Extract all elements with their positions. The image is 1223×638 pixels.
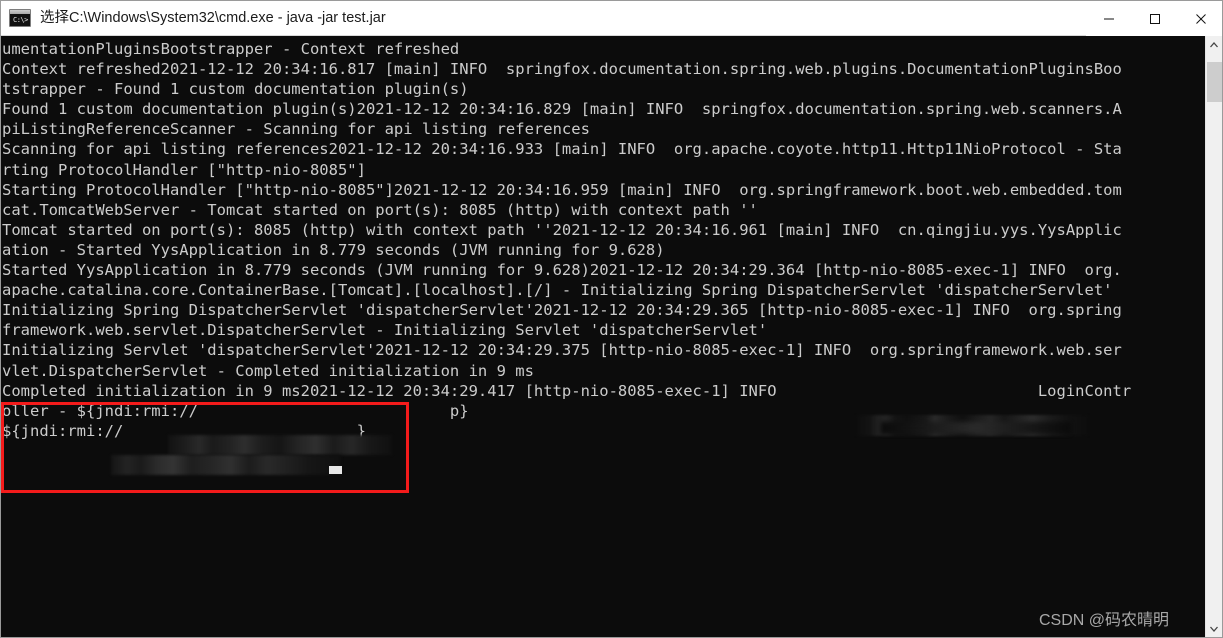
window-title: 选择C:\Windows\System32\cmd.exe - java -ja… xyxy=(40,10,386,27)
close-button[interactable] xyxy=(1178,1,1222,36)
scrollbar-down-button[interactable] xyxy=(1206,620,1222,637)
minimize-button[interactable] xyxy=(1086,1,1132,36)
scrollbar-up-button[interactable] xyxy=(1206,36,1222,54)
annotation-red-rectangle xyxy=(1,402,409,493)
maximize-button[interactable] xyxy=(1132,1,1178,36)
console-scrollbar[interactable] xyxy=(1205,36,1222,637)
console-log-text: umentationPluginsBootstrapper - Context … xyxy=(2,40,1132,440)
csdn-watermark: CSDN @码农晴明 xyxy=(1038,612,1169,629)
close-icon xyxy=(1196,13,1206,24)
console-icon: C:\> xyxy=(9,9,31,27)
minimize-icon xyxy=(1104,18,1114,19)
console-icon-prompt: C:\> xyxy=(13,16,28,24)
scrollbar-thumb[interactable] xyxy=(1207,62,1222,102)
window-controls xyxy=(1086,1,1222,36)
cmd-console-window: C:\> 选择C:\Windows\System32\cmd.exe - jav… xyxy=(0,0,1223,638)
window-titlebar[interactable]: C:\> 选择C:\Windows\System32\cmd.exe - jav… xyxy=(1,1,1222,36)
chevron-up-icon xyxy=(1210,42,1218,48)
console-icon-titlestrip xyxy=(10,10,30,14)
chevron-down-icon xyxy=(1210,626,1218,632)
maximize-icon xyxy=(1150,13,1160,24)
console-output-area[interactable]: umentationPluginsBootstrapper - Context … xyxy=(1,36,1207,637)
